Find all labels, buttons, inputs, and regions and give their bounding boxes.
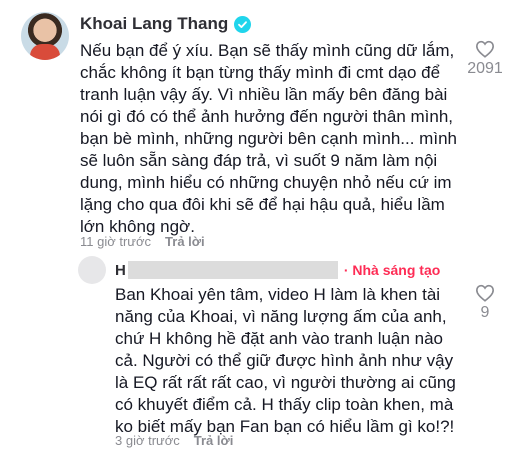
comment-text: Nếu bạn để ý xíu. Bạn sẽ thấy mình cũng … <box>80 41 457 236</box>
reply-button[interactable]: Trả lời <box>165 234 205 249</box>
reply-text: Ban Khoai yên tâm, video H làm là khen t… <box>115 285 456 436</box>
comment-meta: 11 giờ trước Trả lời <box>80 234 205 249</box>
reply-username-text[interactable]: H <box>115 262 126 279</box>
verified-badge-icon <box>234 15 252 33</box>
like-count: 2091 <box>467 60 503 77</box>
avatar[interactable] <box>21 12 69 60</box>
comment-time: 11 giờ trước <box>80 234 152 249</box>
reply-meta: 3 giờ trước Trả lời <box>115 433 233 448</box>
creator-badge: · Nhà sáng tạo <box>343 262 441 278</box>
reply-time: 3 giờ trước <box>115 433 180 448</box>
redacted-username <box>127 261 338 279</box>
reply-reply-button[interactable]: Trả lời <box>194 433 234 448</box>
reply-like-count: 9 <box>480 304 490 321</box>
comment-username[interactable]: Khoai Lang Thang <box>80 14 252 34</box>
like-button[interactable]: 2091 <box>459 40 511 78</box>
reply-avatar[interactable] <box>78 256 106 284</box>
reply-like-button[interactable]: 9 <box>459 284 511 322</box>
username-text[interactable]: Khoai Lang Thang <box>80 14 228 34</box>
reply-username[interactable]: H · Nhà sáng tạo <box>115 261 440 279</box>
heart-icon[interactable] <box>475 40 495 58</box>
heart-icon[interactable] <box>475 284 495 302</box>
